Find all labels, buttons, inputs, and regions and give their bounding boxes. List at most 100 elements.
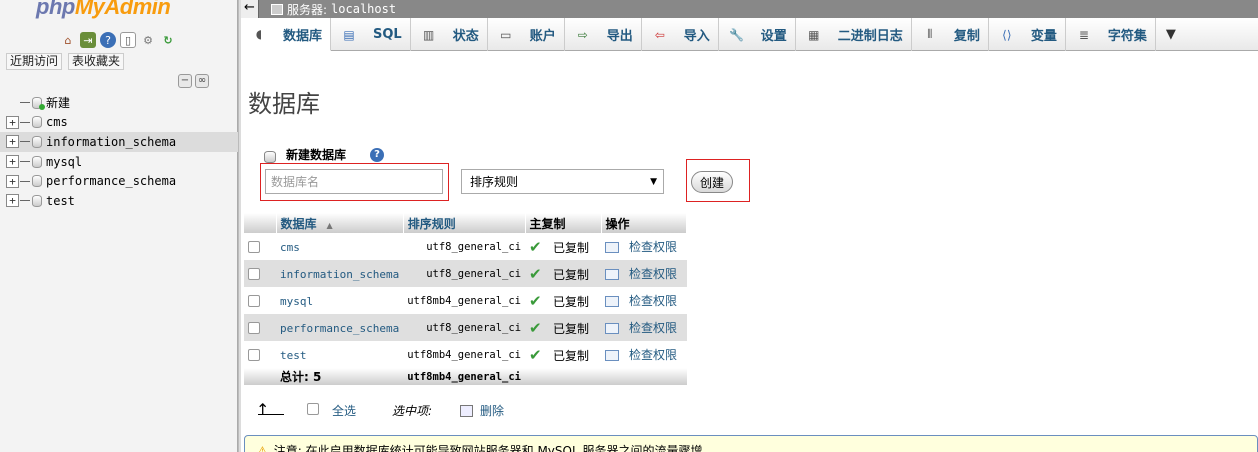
tab-sql[interactable]: ▤ SQL	[331, 18, 411, 51]
collation-cell: utf8_general_ci	[403, 260, 526, 287]
nav-resize-handle[interactable]	[238, 0, 241, 452]
tab-accounts[interactable]: ▭ 账户	[488, 18, 565, 51]
exit-icon[interactable]: ⇥	[80, 32, 96, 48]
check-icon: ✔	[529, 264, 542, 283]
tree-item-mysql[interactable]: + mysql	[0, 152, 238, 172]
create-database-legend: 新建数据库 ?	[264, 146, 385, 163]
expand-icon[interactable]: +	[6, 135, 19, 149]
tree-item-performance-schema[interactable]: + performance_schema	[0, 171, 238, 191]
check-privileges-link[interactable]: 检查权限	[629, 348, 677, 362]
tree-item-information-schema[interactable]: + information_schema	[0, 132, 238, 152]
check-privileges-link[interactable]: 检查权限	[629, 321, 677, 335]
privileges-icon	[605, 242, 620, 253]
settings-icon[interactable]: ⚙	[140, 32, 156, 48]
tab-variables[interactable]: ⟨⟩ 变量	[989, 18, 1066, 51]
with-selected-label: 选中项:	[392, 404, 433, 418]
column-header-database[interactable]: 数据库 ▲	[276, 213, 404, 233]
tab-import[interactable]: ⇦ 导入	[642, 18, 719, 51]
total-count: 总计: 5	[276, 368, 404, 385]
database-icon	[32, 155, 42, 168]
create-button[interactable]: 创建	[691, 171, 733, 193]
wrench-icon: 🔧	[729, 27, 745, 42]
page-title: 数据库	[248, 90, 320, 118]
check-privileges-link[interactable]: 检查权限	[629, 267, 677, 281]
database-link[interactable]: performance_schema	[280, 322, 399, 335]
column-header-collation[interactable]: 排序规则	[403, 213, 526, 233]
server-icon	[271, 3, 283, 15]
row-checkbox[interactable]	[248, 295, 260, 307]
favorite-tables-button[interactable]: 表收藏夹	[68, 53, 125, 70]
expand-icon[interactable]: +	[6, 174, 19, 188]
table-total-row: 总计: 5 utf8mb4_general_ci	[244, 368, 687, 385]
recent-tables-button[interactable]: 近期访问	[6, 53, 63, 70]
check-privileges-link[interactable]: 检查权限	[629, 294, 677, 308]
database-link[interactable]: mysql	[280, 295, 313, 308]
help-icon[interactable]: ?	[370, 147, 385, 162]
tree-item-test[interactable]: + test	[0, 191, 238, 211]
check-all-label[interactable]: 全选	[332, 402, 356, 419]
new-database-icon	[32, 96, 45, 110]
drop-icon	[460, 405, 473, 417]
database-icon	[32, 175, 42, 188]
tree-controls: − ∞	[178, 74, 209, 88]
row-checkbox[interactable]	[248, 322, 260, 334]
reload-icon[interactable]: ↻	[160, 32, 176, 48]
database-icon: ◖	[255, 27, 263, 41]
column-header-replication: 主复制	[525, 213, 602, 233]
tab-replication[interactable]: ⫴ 复制	[912, 18, 989, 51]
database-icon	[32, 194, 42, 207]
tree-item-new[interactable]: 新建	[0, 93, 238, 113]
table-row: test utf8mb4_general_ci ✔ 已复制 检查权限	[244, 341, 687, 368]
nav-links: 近期访问 表收藏夹	[6, 53, 125, 70]
check-icon: ✔	[529, 345, 542, 364]
chevron-down-icon: ▼	[1165, 27, 1176, 42]
table-row: information_schema utf8_general_ci ✔ 已复制…	[244, 260, 687, 287]
table-header-row: 数据库 ▲ 排序规则 主复制 操作	[244, 213, 688, 233]
database-link[interactable]: test	[280, 349, 307, 362]
expand-icon[interactable]: +	[6, 194, 19, 208]
collation-select[interactable]: 排序规则 ▼	[461, 169, 664, 194]
docs-icon[interactable]: ▯	[120, 32, 136, 48]
more-tabs-button[interactable]: ▼	[1156, 18, 1186, 51]
privileges-icon	[605, 296, 620, 307]
tab-status[interactable]: ▥ 状态	[411, 18, 488, 51]
expand-icon[interactable]: +	[6, 115, 19, 129]
table-row: cms utf8_general_ci ✔ 已复制 检查权限	[244, 233, 687, 260]
notice-box: ⚠ 注意: 在此启用数据库统计可能导致网站服务器和 MySQL 服务器之间的流量骤…	[244, 435, 1258, 452]
table-row: performance_schema utf8_general_ci ✔ 已复制…	[244, 314, 687, 341]
tab-export[interactable]: ⇨ 导出	[565, 18, 642, 51]
privileges-icon	[605, 269, 620, 280]
total-collation: utf8mb4_general_ci	[403, 368, 526, 385]
check-icon: ✔	[529, 291, 542, 310]
home-icon[interactable]: ⌂	[60, 32, 76, 48]
breadcrumb[interactable]: 服务器: localhost	[271, 1, 396, 18]
database-name-input[interactable]	[265, 169, 443, 194]
link-with-main-icon[interactable]: ∞	[195, 74, 209, 88]
phpmyadmin-logo[interactable]: phpMyAdmin	[36, 0, 171, 20]
tree-item-cms[interactable]: + cms	[0, 113, 238, 133]
row-checkbox[interactable]	[248, 268, 260, 280]
row-checkbox[interactable]	[248, 241, 260, 253]
collapse-all-icon[interactable]: −	[178, 74, 192, 88]
expand-icon[interactable]: +	[6, 155, 19, 169]
help-icon[interactable]: ?	[100, 32, 116, 48]
import-icon: ⇦	[654, 27, 665, 42]
tab-settings[interactable]: 🔧 设置	[719, 18, 796, 51]
collation-cell: utf8_general_ci	[403, 233, 526, 260]
check-all-checkbox[interactable]	[307, 403, 319, 415]
arrow-up-icon: ↑	[256, 400, 270, 419]
database-link[interactable]: information_schema	[280, 268, 399, 281]
check-privileges-link[interactable]: 检查权限	[629, 240, 677, 254]
collapse-nav-icon[interactable]: ←	[241, 0, 259, 18]
database-link[interactable]: cms	[280, 241, 300, 254]
row-checkbox[interactable]	[248, 349, 260, 361]
tab-binary-log[interactable]: ▦ 二进制日志	[796, 18, 912, 51]
check-icon: ✔	[529, 237, 542, 256]
database-icon	[32, 135, 42, 148]
nav-icon-bar: ⌂ ⇥ ? ▯ ⚙ ↻	[60, 32, 176, 48]
tab-databases[interactable]: ◖ 数据库	[241, 18, 332, 51]
accounts-icon: ▭	[500, 27, 512, 42]
tab-charsets[interactable]: ≣ 字符集	[1066, 18, 1156, 51]
privileges-icon	[605, 350, 620, 361]
drop-button[interactable]: 删除	[480, 402, 504, 419]
